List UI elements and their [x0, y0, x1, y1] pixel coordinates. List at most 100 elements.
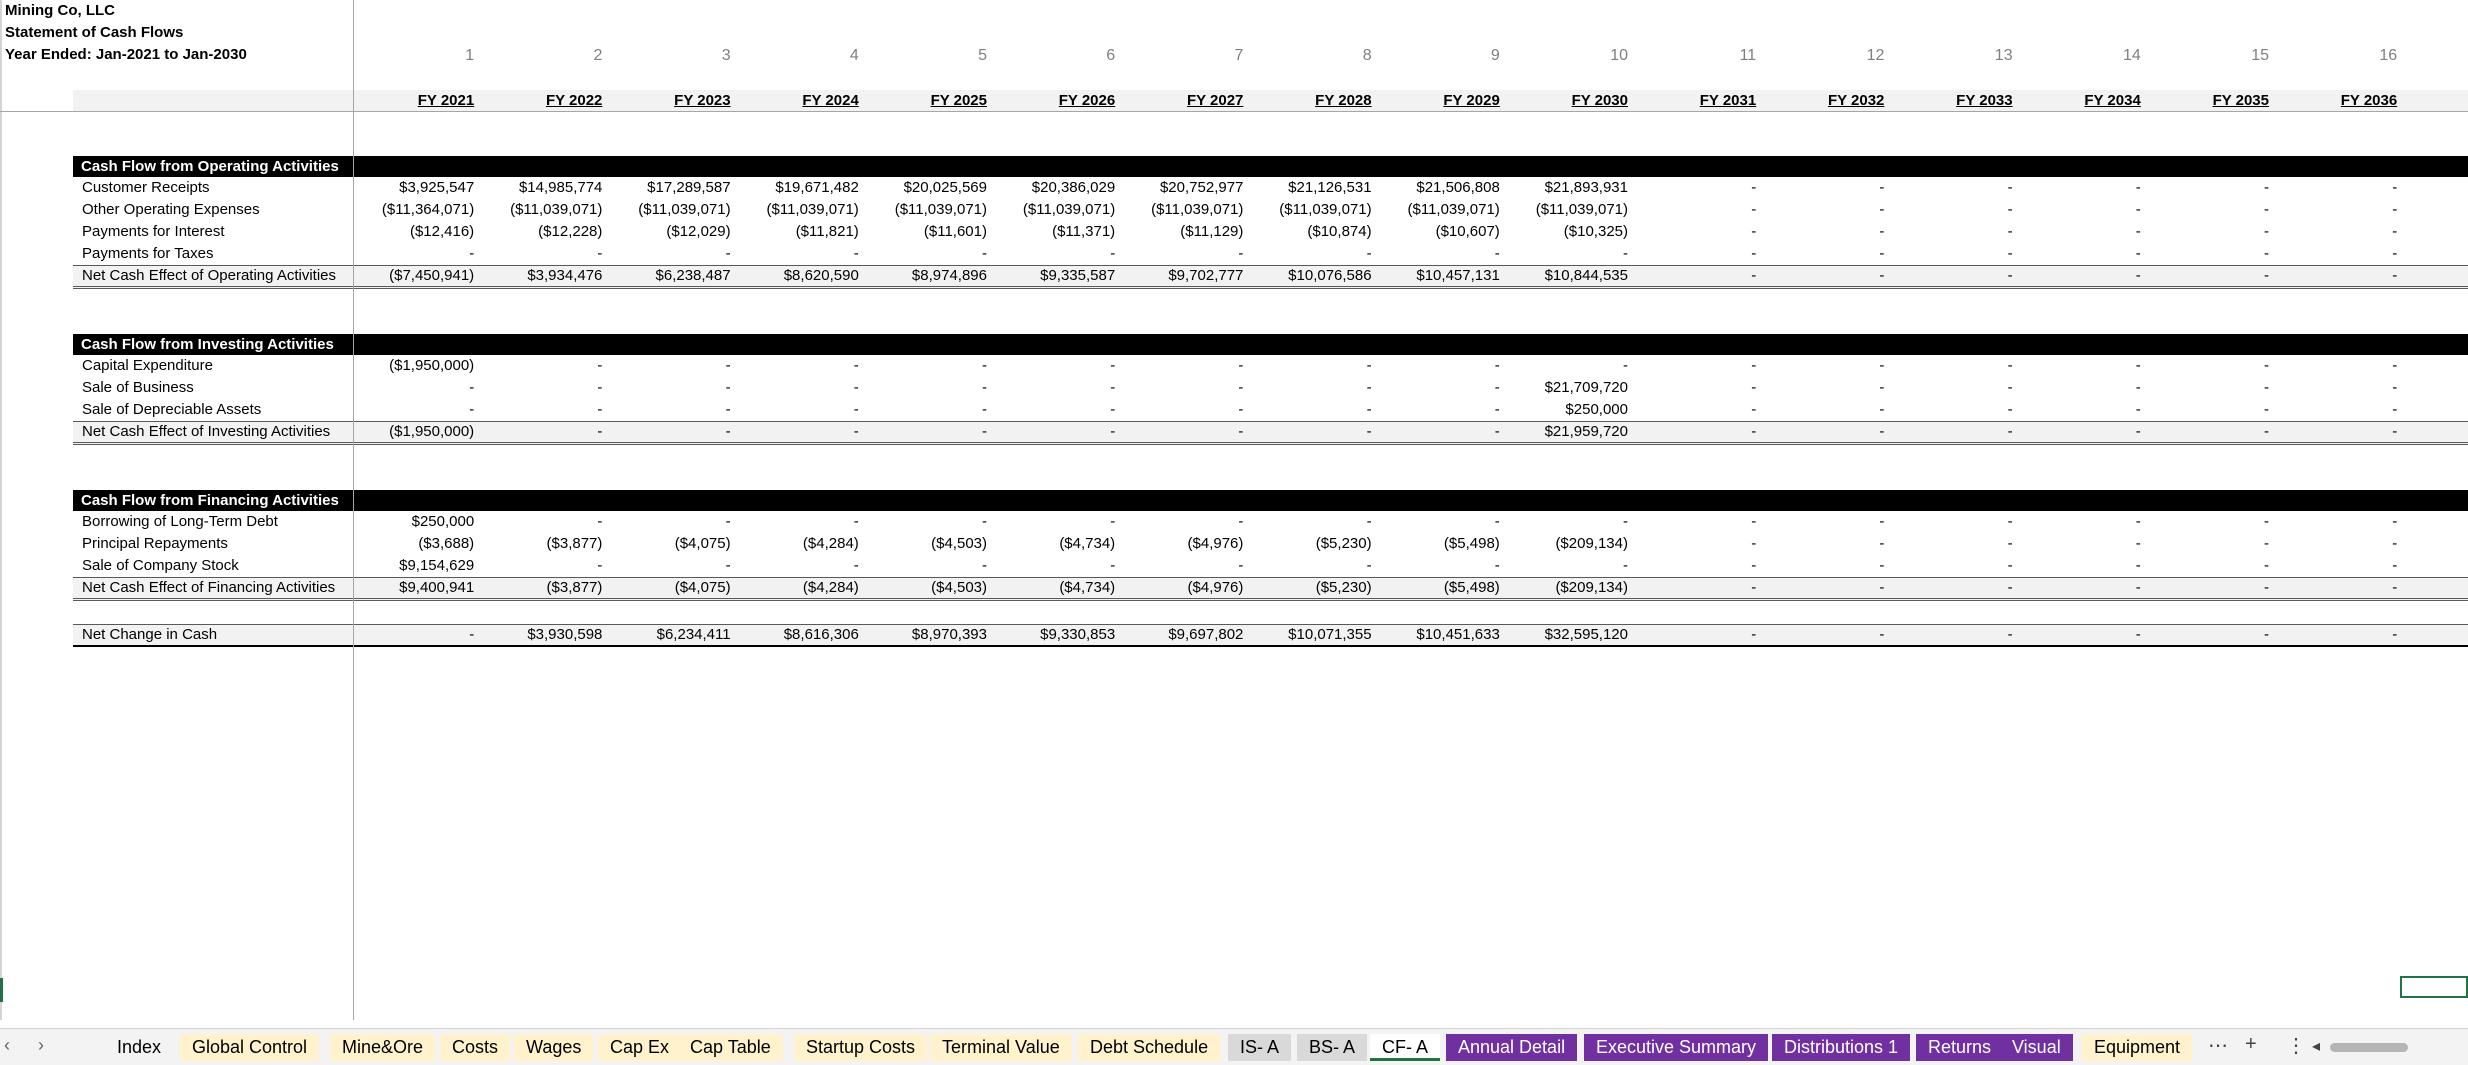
value-cell[interactable]: -	[1628, 355, 1756, 377]
next-sheet-icon[interactable]: ›	[38, 1035, 44, 1056]
value-cell[interactable]: ($4,976)	[1115, 578, 1244, 598]
value-cell[interactable]: ($4,503)	[859, 578, 987, 598]
value-cell[interactable]: -	[1372, 511, 1500, 533]
row-label[interactable]: Payments for Interest	[82, 221, 225, 243]
value-cell[interactable]: -	[603, 355, 731, 377]
value-cell[interactable]: $9,697,802	[1115, 625, 1243, 645]
value-cell[interactable]: -	[1115, 399, 1243, 421]
sheet-tab[interactable]: BS- A	[1297, 1034, 1368, 1061]
value-cell[interactable]: -	[1756, 422, 1884, 442]
value-cell[interactable]: -	[2013, 511, 2141, 533]
value-cell[interactable]: -	[1885, 511, 2013, 533]
row-label[interactable]: Payments for Taxes	[82, 243, 213, 265]
value-cell[interactable]: $10,451,633	[1372, 625, 1499, 645]
value-cell[interactable]: ($12,228)	[474, 221, 602, 243]
value-cell[interactable]: -	[2013, 555, 2141, 577]
value-cell[interactable]: -	[1628, 221, 1756, 243]
value-cell[interactable]: ($4,075)	[603, 533, 731, 555]
value-cell[interactable]: -	[859, 399, 987, 421]
value-cell[interactable]: -	[1244, 399, 1372, 421]
value-cell[interactable]: ($11,039,071)	[1500, 199, 1628, 221]
value-cell[interactable]: -	[2013, 533, 2141, 555]
value-cell[interactable]: -	[859, 511, 987, 533]
value-cell[interactable]: -	[2141, 377, 2269, 399]
sheet-tab[interactable]: Wages	[514, 1034, 594, 1061]
value-cell[interactable]: -	[2141, 533, 2269, 555]
value-cell[interactable]: ($11,039,071)	[1244, 199, 1371, 221]
value-cell[interactable]: -	[1244, 511, 1372, 533]
value-cell[interactable]: ($4,284)	[731, 578, 859, 598]
value-cell[interactable]: ($11,039,071)	[603, 199, 730, 221]
value-cell[interactable]: -	[987, 511, 1115, 533]
value-cell[interactable]: ($10,607)	[1372, 221, 1500, 243]
value-cell[interactable]: -	[1628, 578, 1756, 598]
value-cell[interactable]: -	[2013, 355, 2141, 377]
add-sheet-icon[interactable]: +	[2245, 1033, 2257, 1056]
value-cell[interactable]: -	[1756, 625, 1884, 645]
value-cell[interactable]: -	[1372, 399, 1500, 421]
value-cell[interactable]: ($5,498)	[1372, 578, 1500, 598]
value-cell[interactable]: -	[1244, 555, 1372, 577]
value-cell[interactable]: -	[474, 243, 602, 265]
value-cell[interactable]: -	[1756, 243, 1884, 265]
sheet-tab[interactable]: Index	[105, 1034, 173, 1061]
value-cell[interactable]: $21,959,720	[1500, 422, 1628, 442]
value-cell[interactable]: -	[1628, 422, 1756, 442]
value-cell[interactable]: -	[1885, 578, 2013, 598]
value-cell[interactable]: $250,000	[346, 511, 475, 533]
value-cell[interactable]: -	[1115, 355, 1243, 377]
value-cell[interactable]: -	[2141, 177, 2269, 199]
more-sheets-icon[interactable]: ⋯	[2208, 1033, 2228, 1058]
value-cell[interactable]: -	[1756, 221, 1884, 243]
value-cell[interactable]: -	[2269, 221, 2397, 243]
value-cell[interactable]: -	[2269, 511, 2397, 533]
value-cell[interactable]: -	[1244, 355, 1372, 377]
value-cell[interactable]: ($4,503)	[859, 533, 987, 555]
value-cell[interactable]: -	[987, 399, 1115, 421]
value-cell[interactable]: -	[2269, 377, 2397, 399]
value-cell[interactable]: -	[1885, 555, 2013, 577]
value-cell[interactable]: $8,620,590	[731, 266, 859, 286]
value-cell[interactable]: ($11,039,071)	[1115, 199, 1243, 221]
value-cell[interactable]: $10,844,535	[1500, 266, 1628, 286]
row-label[interactable]: Borrowing of Long-Term Debt	[82, 511, 278, 533]
value-cell[interactable]: -	[2141, 243, 2269, 265]
value-cell[interactable]: -	[1115, 422, 1243, 442]
value-cell[interactable]: ($11,039,071)	[1372, 199, 1500, 221]
value-cell[interactable]: ($3,688)	[346, 533, 474, 555]
value-cell[interactable]: -	[1500, 243, 1628, 265]
value-cell[interactable]: -	[731, 243, 859, 265]
value-cell[interactable]: $20,752,977	[1115, 177, 1243, 199]
value-cell[interactable]: -	[603, 399, 731, 421]
sheet-options-icon[interactable]: ⋮	[2286, 1033, 2306, 1058]
sheet-tab[interactable]: Executive Summary	[1584, 1034, 1769, 1061]
value-cell[interactable]: -	[474, 511, 602, 533]
value-cell[interactable]: -	[2269, 266, 2397, 286]
value-cell[interactable]: -	[1756, 199, 1884, 221]
value-cell[interactable]: ($209,134)	[1500, 533, 1628, 555]
value-cell[interactable]: -	[346, 377, 474, 399]
value-cell[interactable]: -	[1628, 555, 1756, 577]
value-cell[interactable]: $9,702,777	[1115, 266, 1243, 286]
value-cell[interactable]: -	[731, 555, 859, 577]
value-cell[interactable]: -	[474, 399, 602, 421]
value-cell[interactable]: -	[2269, 199, 2397, 221]
value-cell[interactable]: $10,457,131	[1372, 266, 1499, 286]
value-cell[interactable]: -	[1500, 355, 1628, 377]
value-cell[interactable]: -	[474, 422, 602, 442]
value-cell[interactable]: ($11,039,071)	[859, 199, 987, 221]
value-cell[interactable]: $3,925,547	[346, 177, 474, 199]
value-cell[interactable]: ($4,284)	[731, 533, 859, 555]
sheet-tab[interactable]: IS- A	[1228, 1034, 1292, 1061]
row-label[interactable]: Sale of Company Stock	[82, 555, 239, 577]
value-cell[interactable]: -	[1885, 533, 2013, 555]
value-cell[interactable]: -	[1885, 355, 2013, 377]
value-cell[interactable]: ($4,734)	[987, 578, 1115, 598]
value-cell[interactable]: -	[2141, 266, 2269, 286]
value-cell[interactable]: -	[2013, 422, 2141, 442]
value-cell[interactable]: ($5,230)	[1244, 533, 1372, 555]
value-cell[interactable]: -	[1372, 422, 1500, 442]
value-cell[interactable]: -	[987, 243, 1115, 265]
value-cell[interactable]: -	[1115, 511, 1243, 533]
value-cell[interactable]: -	[1628, 625, 1756, 645]
